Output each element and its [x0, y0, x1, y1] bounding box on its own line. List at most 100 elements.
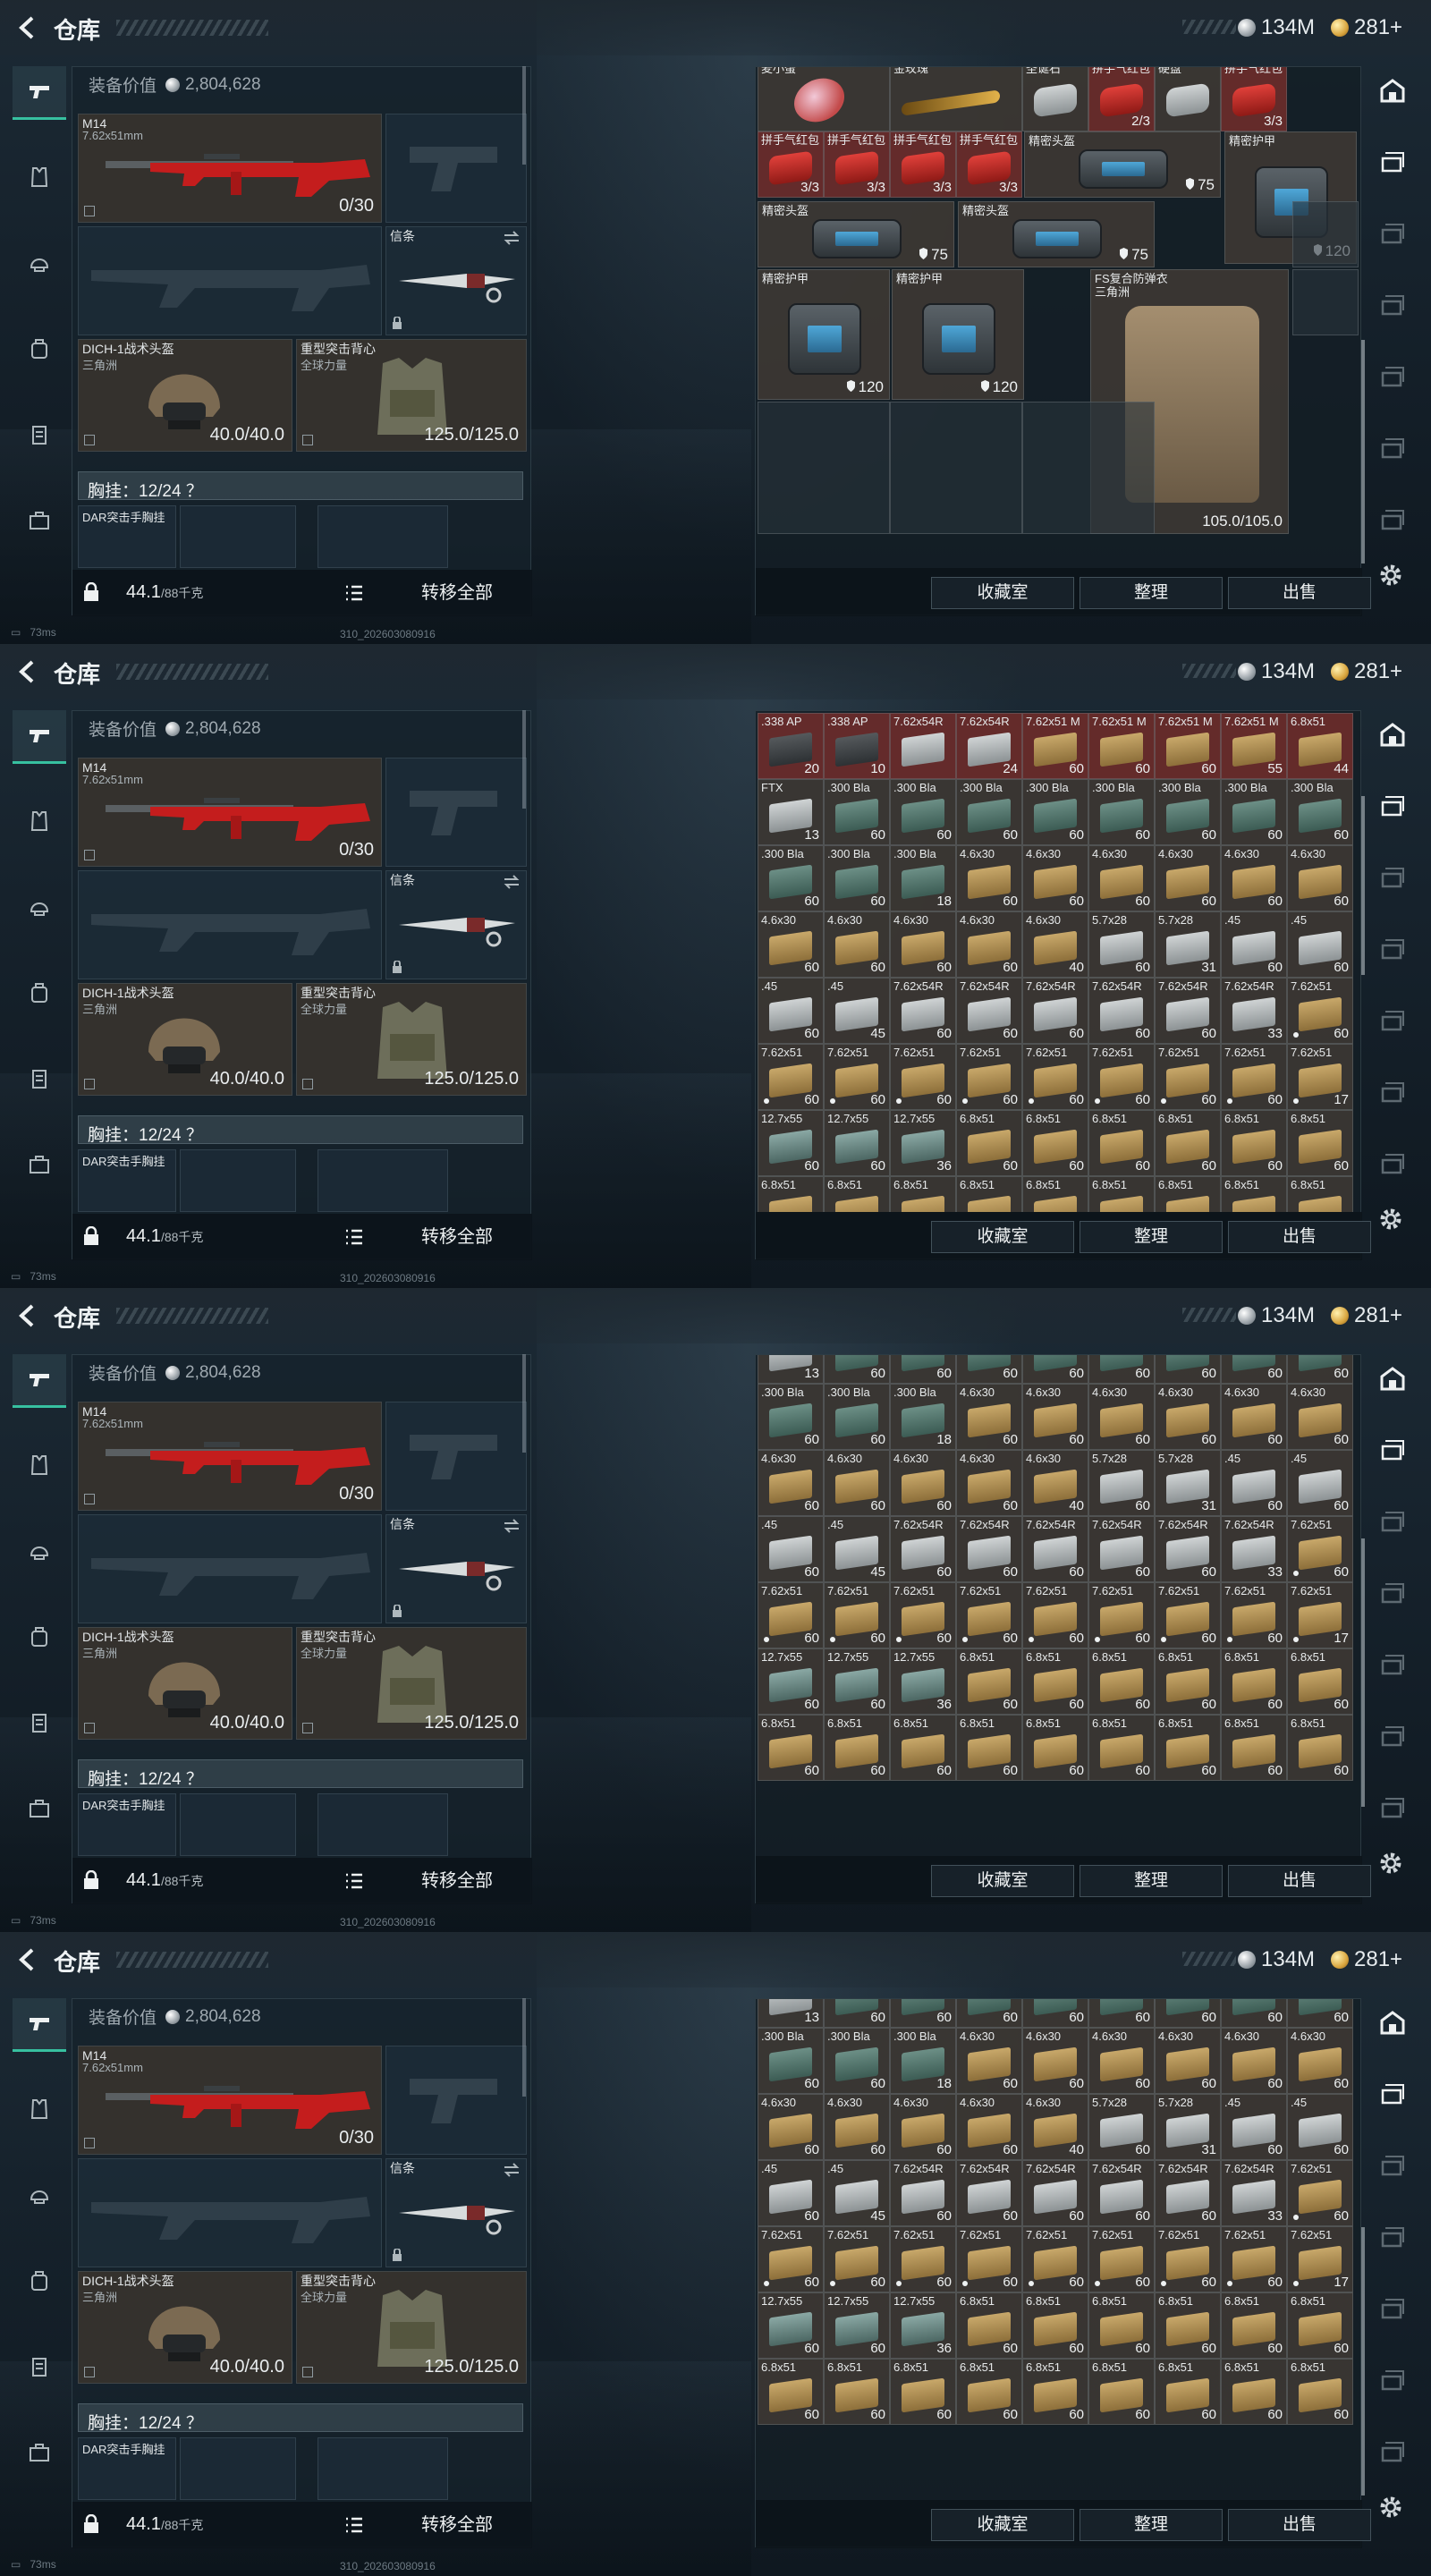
lock-icon[interactable] [83, 2514, 99, 2534]
ammo-cell[interactable]: 4.6x30 60 [956, 2028, 1022, 2094]
empty-cell[interactable] [1292, 269, 1359, 335]
ammo-cell[interactable]: .300 Bla60 [1287, 1355, 1353, 1384]
collection-room-button[interactable]: 收藏室 [931, 1221, 1074, 1253]
gold-currency[interactable]: 281+ [1331, 1302, 1402, 1329]
ammo-cell[interactable]: 7.62x51 60 [1287, 2160, 1353, 2226]
rig-pocket-slot[interactable] [318, 505, 448, 568]
ammo-cell[interactable]: 7.62x51 60 [1088, 2226, 1155, 2292]
ammo-cell[interactable]: 6.8x5160 [824, 2359, 890, 2425]
rail-tab-safebox[interactable] [13, 2426, 66, 2479]
ammo-cell[interactable]: .300 Bla60 [758, 1384, 824, 1450]
ammo-cell[interactable]: 7.62x51 M 60 [1088, 713, 1155, 779]
rail-tab-case[interactable] [13, 1052, 66, 1106]
storage-page-tab[interactable] [1374, 859, 1411, 896]
gear-icon[interactable] [1377, 562, 1404, 589]
safehouse-tab[interactable] [1374, 72, 1411, 109]
melee-slot[interactable]: 信条 [385, 2158, 527, 2267]
rail-tab-helmet[interactable] [13, 1524, 66, 1578]
ammo-cell[interactable]: 4.6x30 60 [1022, 2028, 1088, 2094]
ammo-cell[interactable]: .45 60 [758, 2160, 824, 2226]
ammo-cell[interactable]: 5.7x28 60 [1088, 911, 1155, 978]
ammo-cell[interactable]: .300 Bla60 [758, 2028, 824, 2094]
storage-page-tab[interactable] [1374, 215, 1411, 252]
ammo-cell[interactable]: FTX 13 [758, 779, 824, 845]
ammo-cell[interactable]: .300 Bla60 [1022, 1999, 1088, 2028]
scroll-thumb[interactable] [1361, 1538, 1365, 1807]
ammo-cell[interactable]: 6.8x5160 [1221, 1648, 1287, 1715]
ammo-cell[interactable]: 4.6x30 60 [1221, 845, 1287, 911]
ammo-cell[interactable]: 7.62x51 60 [890, 2226, 956, 2292]
secondary-rifle-slot[interactable] [78, 1514, 382, 1623]
ammo-cell[interactable]: .338 AP 20 [758, 713, 824, 779]
loadout-scrollbar[interactable] [522, 1998, 526, 2097]
rail-tab-case[interactable] [13, 2340, 66, 2394]
ammo-cell[interactable]: 7.62x51 60 [824, 1582, 890, 1648]
ammo-cell[interactable]: 7.62x51 60 [1022, 2226, 1088, 2292]
ammo-cell[interactable]: 12.7x55 36 [890, 1648, 956, 1715]
ammo-cell[interactable]: 6.8x5160 [1221, 1715, 1287, 1781]
sell-button[interactable]: 出售 [1228, 577, 1371, 609]
ammo-cell[interactable]: .45 45 [824, 978, 890, 1044]
storage-page-tab[interactable] [1374, 1431, 1411, 1469]
primary-weapon-slot[interactable]: M14 7.62x51mm 0/30 [78, 114, 382, 223]
precision-gear-item[interactable]: 精密头盔 75 [758, 201, 954, 267]
rig-pocket-slot[interactable] [180, 2437, 296, 2500]
ammo-cell[interactable]: 4.6x30 60 [956, 2094, 1022, 2160]
ammo-cell[interactable]: 6.8x5160 [1287, 1715, 1353, 1781]
item-cell[interactable]: 拼手气红包 3/3 [890, 131, 956, 198]
melee-slot[interactable]: 信条 [385, 870, 527, 979]
sort-button[interactable]: 整理 [1080, 2509, 1223, 2541]
rail-tab-case[interactable] [13, 408, 66, 462]
ammo-cell[interactable]: 6.8x5160 [1221, 1110, 1287, 1176]
ammo-cell[interactable]: 7.62x54R 60 [1022, 1516, 1088, 1582]
rail-tab-weapons[interactable] [13, 710, 66, 764]
ammo-cell[interactable]: 7.62x54R 60 [1155, 1516, 1221, 1582]
ammo-cell[interactable]: 6.8x5160 [890, 2359, 956, 2425]
gold-currency[interactable]: 281+ [1331, 14, 1402, 41]
rig-pocket-slot[interactable] [180, 1149, 296, 1212]
ammo-cell[interactable]: 4.6x30 60 [890, 911, 956, 978]
lock-icon[interactable] [83, 1870, 99, 1890]
ammo-cell[interactable]: 6.8x5160 [1155, 1715, 1221, 1781]
gear-icon[interactable] [1377, 2494, 1404, 2521]
ammo-cell[interactable]: .300 Bla60 [1088, 779, 1155, 845]
ammo-cell[interactable]: 7.62x51 60 [1155, 2226, 1221, 2292]
ammo-cell[interactable]: 6.8x5160 [1287, 1110, 1353, 1176]
ammo-cell[interactable]: 4.6x30 60 [956, 845, 1022, 911]
ammo-cell[interactable]: 7.62x51 60 [824, 1044, 890, 1110]
loadout-scrollbar[interactable] [522, 710, 526, 809]
ammo-cell[interactable]: 7.62x54R 60 [1088, 2160, 1155, 2226]
list-icon[interactable] [344, 1228, 364, 1246]
ammo-cell[interactable]: 7.62x51 60 [758, 1582, 824, 1648]
ammo-cell[interactable]: 4.6x30 60 [1022, 1384, 1088, 1450]
ammo-cell[interactable]: 6.8x5160 [1221, 1176, 1287, 1212]
ammo-cell[interactable]: .300 Bla60 [1022, 1355, 1088, 1384]
ammo-cell[interactable]: 6.8x5160 [1088, 2292, 1155, 2359]
ammo-cell[interactable]: 4.6x30 60 [956, 911, 1022, 978]
precision-gear-item[interactable]: 精密头盔 75 [1024, 131, 1221, 198]
lock-icon[interactable] [83, 1226, 99, 1246]
gold-currency[interactable]: 281+ [1331, 1946, 1402, 1973]
precision-gear-item[interactable]: 精密头盔 75 [958, 201, 1155, 267]
empty-cell[interactable] [1292, 201, 1359, 267]
sort-button[interactable]: 整理 [1080, 1865, 1223, 1897]
helmet-slot[interactable]: DICH-1战术头盔 三角洲 40.0/40.0 [78, 2271, 292, 2384]
silver-currency[interactable]: 134M [1238, 14, 1315, 41]
ammo-cell[interactable]: 7.62x51 60 [1221, 2226, 1287, 2292]
storage-scrollbar[interactable] [1361, 1360, 1365, 1860]
ammo-cell[interactable]: 4.6x30 60 [1022, 845, 1088, 911]
ammo-cell[interactable]: 6.8x5160 [824, 1176, 890, 1212]
ammo-cell[interactable]: 5.7x28 31 [1155, 1450, 1221, 1516]
chest-rig-bar[interactable]: 胸挂：12/24 ？ [78, 1115, 523, 1145]
ammo-cell[interactable]: .300 Bla60 [824, 845, 890, 911]
ammo-cell[interactable]: 6.8x5160 [1155, 1110, 1221, 1176]
list-icon[interactable] [344, 2516, 364, 2534]
ammo-cell[interactable]: 7.62x54R 60 [890, 2160, 956, 2226]
ammo-cell[interactable]: 6.8x5160 [956, 1648, 1022, 1715]
ammo-cell[interactable]: 7.62x51 60 [956, 1044, 1022, 1110]
storage-page-tab[interactable] [1374, 1789, 1411, 1826]
secondary-weapon-slot[interactable] [385, 2046, 527, 2155]
rail-tab-backpack[interactable] [13, 322, 66, 376]
secondary-weapon-slot[interactable] [385, 114, 527, 223]
ammo-cell[interactable]: .300 Bla60 [1221, 1355, 1287, 1384]
